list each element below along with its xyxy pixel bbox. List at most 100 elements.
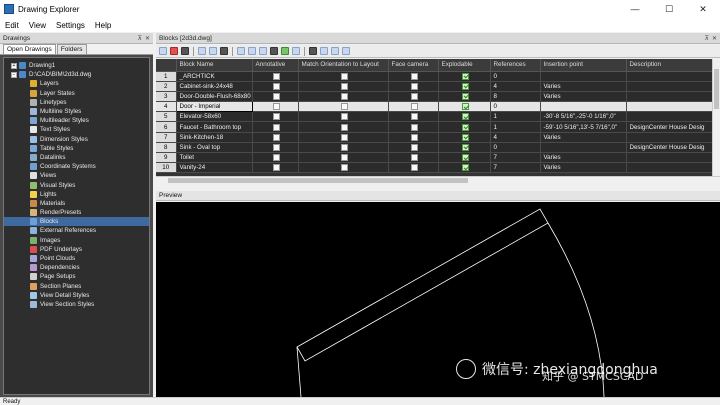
checkbox-cell[interactable] [298,121,389,133]
table-cell[interactable] [540,142,627,154]
table-cell[interactable] [540,101,627,113]
checkbox-cell[interactable] [388,121,439,133]
table-cell[interactable]: Varies [540,91,627,103]
grid-view-icon[interactable] [309,47,317,55]
checkbox-cell[interactable] [388,152,439,164]
checkbox-cell[interactable] [438,81,491,92]
table-row[interactable]: 2 Cabinet-sink-24x48 4 Varies [156,81,712,92]
minimize-button[interactable]: — [618,0,652,18]
paste-icon[interactable] [209,47,217,55]
table-cell[interactable]: 4 [490,132,541,143]
checkbox-unchecked[interactable] [341,72,348,80]
checkbox-checked[interactable] [462,72,469,80]
maximize-button[interactable]: ☐ [652,0,686,18]
block-name-cell[interactable]: _ARCHTICK [176,71,253,82]
column-header[interactable]: Description [626,59,712,72]
checkbox-checked[interactable] [462,164,469,172]
tree-item[interactable]: Materials [4,199,149,208]
horizontal-scrollbar[interactable] [156,176,720,184]
table-row[interactable]: 8 Sink - Oval top 0 DesignCenter House Desi… [156,142,712,154]
table-cell[interactable]: Varies [540,162,627,174]
checkbox-unchecked[interactable] [411,82,418,90]
checkbox-cell[interactable] [252,101,299,113]
checkbox-unchecked[interactable] [273,164,280,172]
tree-item[interactable]: External References [4,226,149,235]
checkbox-cell[interactable] [298,111,389,123]
checkbox-checked[interactable] [462,123,469,131]
checkbox-cell[interactable] [388,71,439,82]
checkbox-unchecked[interactable] [341,103,348,111]
tree-item[interactable]: Datalinks [4,153,149,162]
checkbox-unchecked[interactable] [411,154,418,162]
checkbox-checked[interactable] [462,133,469,141]
menu-help[interactable]: Help [90,21,116,30]
row-number[interactable]: 7 [156,132,177,143]
scroll-thumb[interactable] [168,178,468,183]
refresh-icon[interactable] [281,47,289,55]
menu-settings[interactable]: Settings [51,21,90,30]
checkbox-unchecked[interactable] [273,123,280,131]
tree-item[interactable]: Page Setups [4,272,149,281]
tree-item[interactable]: RenderPresets [4,208,149,217]
checkbox-cell[interactable] [298,152,389,164]
row-number[interactable]: 4 [156,101,177,113]
rename-icon[interactable] [248,47,256,55]
tree-item[interactable]: Layers [4,79,149,88]
row-number[interactable]: 1 [156,71,177,82]
collapse-icon[interactable]: − [11,71,17,78]
pin-icon[interactable]: ⊼ [705,35,709,42]
tree-item[interactable]: View Section Styles [4,300,149,309]
checkbox-checked[interactable] [462,92,469,100]
checkbox-cell[interactable] [298,132,389,143]
checkbox-cell[interactable] [438,152,491,164]
checkbox-checked[interactable] [462,113,469,121]
block-name-cell[interactable]: Toilet [176,152,253,164]
checkbox-unchecked[interactable] [341,143,348,151]
checkbox-cell[interactable] [438,121,491,133]
table-cell[interactable]: -59'-10 5/16",13'-5 7/16",0" [540,121,627,133]
tree-item[interactable]: Multileader Styles [4,116,149,125]
block-name-cell[interactable]: Door-Double-Flush-68x80 [176,91,253,103]
checkbox-cell[interactable] [388,142,439,154]
checkbox-cell[interactable] [252,132,299,143]
menu-edit[interactable]: Edit [0,21,24,30]
table-cell[interactable] [626,162,712,174]
checkbox-cell[interactable] [388,162,439,174]
tab-open-drawings[interactable]: Open Drawings [3,44,56,54]
table-cell[interactable]: 1 [490,121,541,133]
tree-item[interactable]: Point Clouds [4,254,149,263]
table-cell[interactable] [626,101,712,113]
row-number[interactable]: 8 [156,142,177,154]
tree-item[interactable]: Table Styles [4,144,149,153]
tree-item[interactable]: PDF Underlays [4,245,149,254]
tree-root-file[interactable]: − D:\CAD\BIM\2d3d.dwg [4,70,149,79]
table-cell[interactable] [626,91,712,103]
expand-icon[interactable]: + [11,62,17,69]
checkbox-cell[interactable] [438,91,491,103]
row-number[interactable]: 10 [156,162,177,174]
table-cell[interactable]: DesignCenter House Desig [626,121,712,133]
table-cell[interactable]: 0 [490,101,541,113]
panel-close-icon[interactable]: ✕ [145,35,150,42]
checkbox-unchecked[interactable] [273,154,280,162]
table-cell[interactable] [540,71,627,82]
table-cell[interactable] [626,81,712,92]
checkbox-checked[interactable] [462,82,469,90]
tree-item[interactable]: Images [4,236,149,245]
table-cell[interactable] [626,152,712,164]
checkbox-cell[interactable] [438,142,491,154]
checkbox-unchecked[interactable] [341,92,348,100]
checkbox-cell[interactable] [252,162,299,174]
checkbox-unchecked[interactable] [273,82,280,90]
table-cell[interactable]: 7 [490,162,541,174]
checkbox-cell[interactable] [438,71,491,82]
details-view-icon[interactable] [331,47,339,55]
insert-icon[interactable] [220,47,228,55]
table-row[interactable]: 5 Elevator-58x60 1 -30'-8 5/16",-25'-0 1/16… [156,111,712,123]
tree-item[interactable]: Section Planes [4,282,149,291]
duplicate-icon[interactable] [259,47,267,55]
table-row[interactable]: 4 Door - Imperial 0 [156,101,712,113]
table-cell[interactable]: 7 [490,152,541,164]
table-cell[interactable]: 4 [490,81,541,92]
checkbox-unchecked[interactable] [273,92,280,100]
